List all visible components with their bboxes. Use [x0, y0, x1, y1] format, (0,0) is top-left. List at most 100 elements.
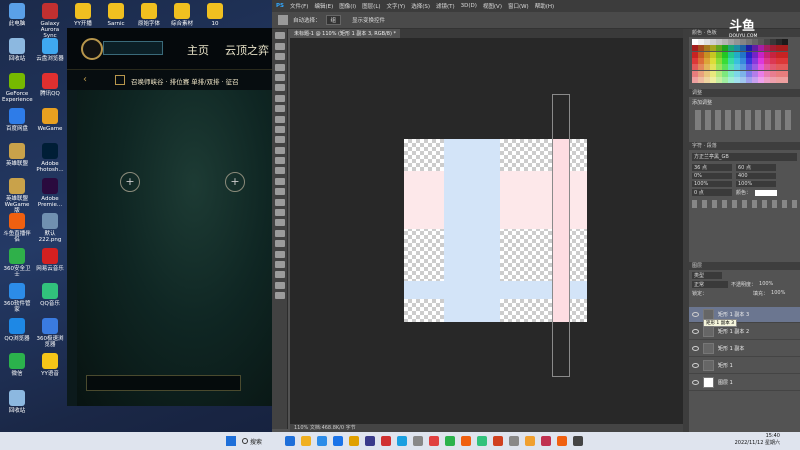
baseline-field[interactable]: 0 点 — [692, 189, 732, 196]
tool-icon[interactable] — [274, 198, 285, 206]
desktop-icon[interactable]: 回收站 — [2, 38, 32, 62]
taskbar-app-icon[interactable] — [301, 436, 311, 446]
swatch[interactable] — [764, 70, 770, 77]
swatch[interactable] — [746, 45, 752, 52]
document-tab[interactable]: 未标题-1 @ 110% (矩形 1 副本 3, RGB/8) * — [290, 29, 400, 38]
tool-icon[interactable] — [274, 229, 285, 237]
opacity-field[interactable]: 100% — [759, 281, 773, 288]
swatch[interactable] — [776, 45, 782, 52]
swatch[interactable] — [740, 51, 746, 58]
taskbar-app-icon[interactable] — [557, 436, 567, 446]
desktop-icon[interactable]: 360安全卫士 — [2, 248, 32, 278]
swatch[interactable] — [710, 64, 716, 71]
tool-icon[interactable] — [274, 281, 285, 289]
tool-icon[interactable] — [274, 94, 285, 102]
tool-icon[interactable] — [274, 53, 285, 61]
visibility-eye-icon[interactable] — [692, 346, 699, 351]
swatch[interactable] — [716, 70, 722, 77]
swatch[interactable] — [740, 39, 746, 45]
swatch[interactable] — [698, 39, 704, 45]
swatch[interactable] — [752, 51, 758, 58]
swatch[interactable] — [734, 45, 740, 52]
tool-icon[interactable] — [274, 105, 285, 113]
scale-field[interactable]: 0% — [692, 173, 732, 179]
swatch[interactable] — [716, 39, 722, 45]
desktop-icon[interactable]: 网易云音乐 — [35, 248, 65, 272]
swatch[interactable] — [734, 70, 740, 77]
swatch[interactable] — [728, 45, 734, 52]
swatch[interactable] — [734, 77, 740, 83]
menu-item[interactable]: 图层(L) — [362, 2, 380, 10]
desktop-icon[interactable]: 10 — [200, 3, 230, 27]
swatch[interactable] — [752, 70, 758, 77]
desktop-icon[interactable]: Adobe Premie... — [35, 178, 65, 208]
font-family-select[interactable]: 方正兰亭黑_GB — [692, 153, 797, 161]
taskbar-app-icon[interactable] — [317, 436, 327, 446]
swatch[interactable] — [782, 58, 788, 64]
layer-row[interactable]: 矩形 1 副本 3 矩形 1 副本 3 — [689, 307, 800, 327]
tool-icon[interactable] — [274, 146, 285, 154]
swatch[interactable] — [734, 39, 740, 45]
swatch[interactable] — [782, 70, 788, 77]
swatch[interactable] — [776, 64, 782, 71]
taskbar-app-icon[interactable] — [429, 436, 439, 446]
auto-select-dropdown[interactable]: 组 — [325, 15, 342, 25]
clock[interactable]: 15:40 2022/11/12 星期六 — [735, 433, 780, 447]
swatch[interactable] — [728, 70, 734, 77]
tool-icon[interactable] — [274, 292, 285, 300]
desktop-icon[interactable]: 斗鱼直播伴侣 — [2, 213, 32, 243]
fill-field[interactable]: 100% — [771, 290, 785, 297]
swatch[interactable] — [728, 39, 734, 45]
layer-row[interactable]: 矩形 1 — [689, 358, 800, 374]
tool-icon[interactable] — [274, 32, 285, 40]
swatch[interactable] — [704, 45, 710, 52]
vscale-field[interactable]: 100% — [692, 181, 732, 187]
swatch[interactable] — [716, 64, 722, 71]
swatch[interactable] — [716, 45, 722, 52]
swatch[interactable] — [704, 70, 710, 77]
swatch[interactable] — [692, 51, 698, 58]
menu-item[interactable]: 文件(F) — [290, 2, 308, 10]
swatch[interactable] — [758, 64, 764, 71]
desktop-icon[interactable]: 回收站 — [2, 390, 32, 414]
visibility-eye-icon[interactable] — [692, 312, 699, 317]
swatch[interactable] — [734, 51, 740, 58]
desktop-icon[interactable]: QQ浏览器 — [2, 318, 32, 342]
swatch[interactable] — [728, 58, 734, 64]
tool-icon[interactable] — [274, 167, 285, 175]
tool-icon[interactable] — [274, 73, 285, 81]
lol-logo-icon[interactable] — [81, 38, 103, 60]
menu-item[interactable]: 图像(I) — [339, 2, 356, 10]
adjust-panel-header[interactable]: 调整 — [689, 89, 800, 97]
desktop-icon[interactable]: Galaxy Aurora Sync — [35, 3, 65, 39]
swatch[interactable] — [698, 77, 704, 83]
nav-home[interactable]: 主页 — [187, 42, 209, 58]
swatch[interactable] — [770, 39, 776, 45]
swatch[interactable] — [710, 70, 716, 77]
swatch[interactable] — [782, 45, 788, 52]
menu-item[interactable]: 窗口(W) — [508, 2, 529, 10]
visibility-eye-icon[interactable] — [692, 329, 699, 334]
swatch[interactable] — [704, 58, 710, 64]
desktop-icon[interactable]: 原始字体 — [134, 3, 164, 27]
adjust-icons[interactable] — [695, 110, 794, 130]
swatch[interactable] — [776, 39, 782, 45]
swatch[interactable] — [710, 45, 716, 52]
desktop-icon[interactable]: 微信 — [2, 353, 32, 377]
swatch[interactable] — [770, 70, 776, 77]
taskbar-app-icon[interactable] — [525, 436, 535, 446]
layer-row[interactable]: 图层 1 — [689, 375, 800, 391]
invite-slot-plus[interactable]: + — [120, 172, 140, 192]
tool-icon[interactable] — [274, 177, 285, 185]
swatch[interactable] — [752, 45, 758, 52]
swatch[interactable] — [776, 70, 782, 77]
menu-item[interactable]: 编辑(E) — [314, 2, 333, 10]
taskbar-app-icon[interactable] — [573, 436, 583, 446]
swatch[interactable] — [698, 45, 704, 52]
swatch[interactable] — [740, 45, 746, 52]
tool-icon[interactable] — [274, 271, 285, 279]
tool-icon[interactable] — [274, 42, 285, 50]
leading-field[interactable]: 60 点 — [736, 164, 776, 171]
tool-icon[interactable] — [274, 260, 285, 268]
swatch[interactable] — [782, 39, 788, 45]
